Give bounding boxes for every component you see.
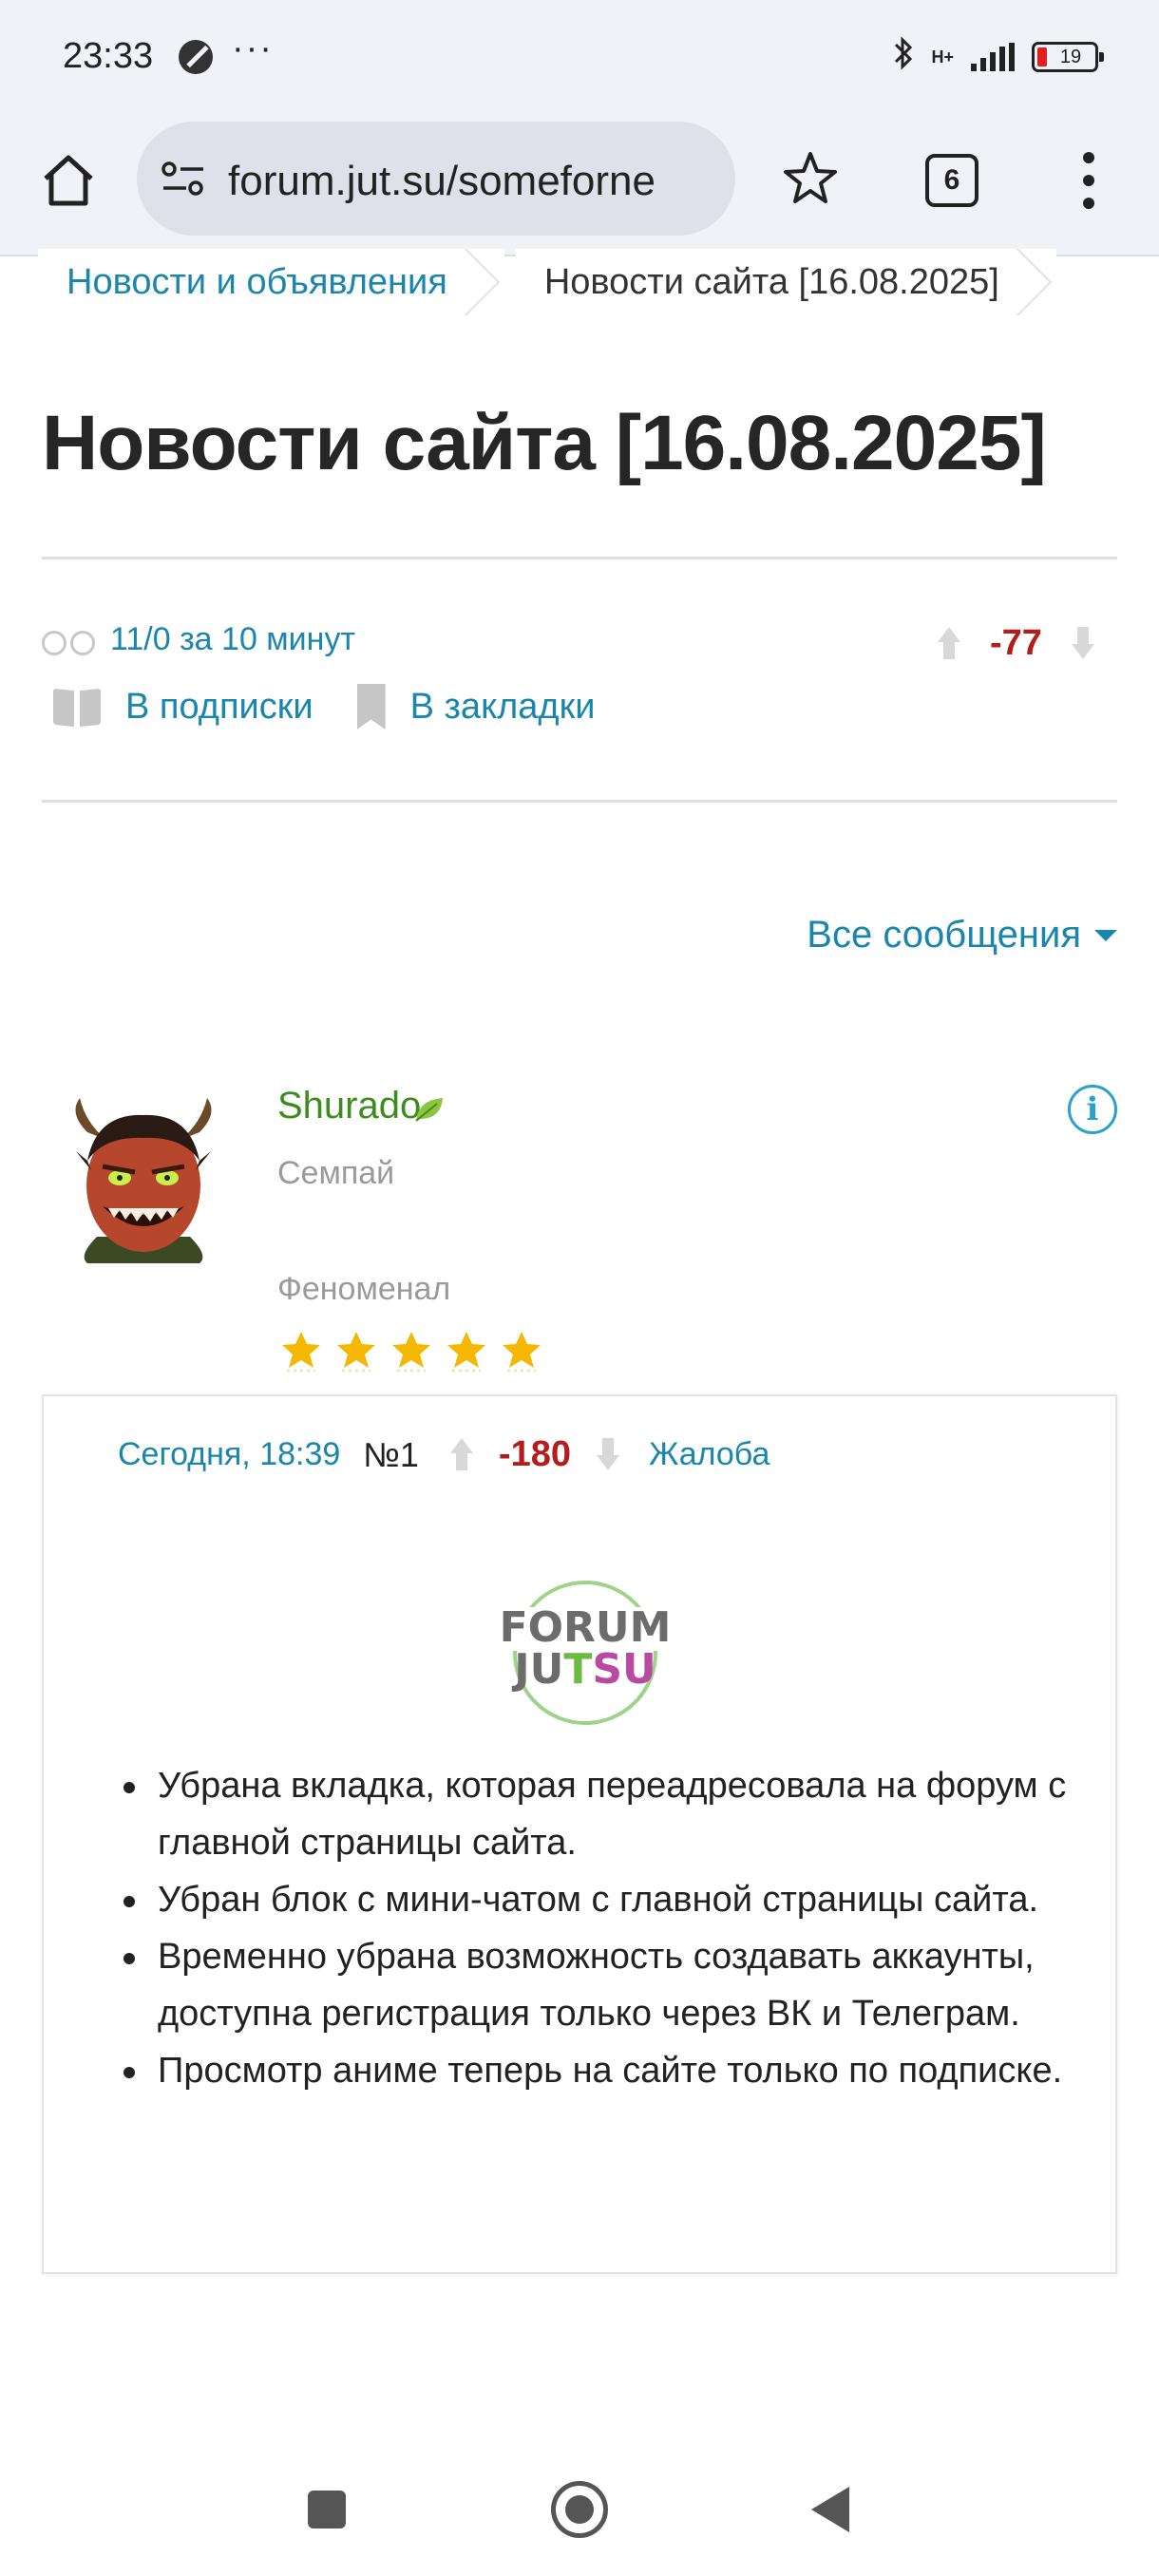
forum-jutsu-logo: FORUM JUTSU (490, 1581, 680, 1725)
tab-count: 6 (943, 164, 960, 196)
thread-rating: -77 (935, 623, 1097, 664)
thread-score: -77 (990, 623, 1042, 663)
list-item: Убрана вкладка, которая переадресовала н… (118, 1757, 1068, 1871)
divider (42, 800, 1117, 803)
book-icon (53, 686, 101, 728)
bookmark-icon (356, 684, 386, 729)
status-bar: 23:33 ··· H+ 19 (0, 0, 1159, 114)
all-messages-label: Все сообщения (807, 914, 1081, 956)
views-text: 11/0 за 10 минут (110, 621, 356, 657)
divider (42, 557, 1117, 559)
author-rating-stars (277, 1326, 545, 1373)
logo-text-jutsu: JUTSU (511, 1645, 656, 1694)
views-counter: 11/0 за 10 минут (42, 621, 355, 658)
network-type: H+ (931, 47, 954, 66)
post-number: №1 (363, 1434, 419, 1474)
address-bar[interactable]: forum.jut.su/someforne (137, 122, 735, 236)
downvote-icon[interactable] (594, 1437, 622, 1472)
leaf-icon (415, 1098, 443, 1122)
author-name[interactable]: Shurado (277, 1085, 421, 1127)
back-button[interactable] (811, 2487, 849, 2532)
bluetooth-icon (893, 35, 914, 79)
star-icon (282, 1332, 320, 1373)
breadcrumb-item-news[interactable]: Новости и объявления (38, 249, 504, 315)
star-icon (337, 1332, 375, 1373)
list-item: Временно убрана возможность создавать ак… (118, 1928, 1068, 2042)
upvote-icon[interactable] (447, 1437, 476, 1472)
info-icon[interactable]: i (1068, 1085, 1117, 1134)
caret-down-icon (1094, 929, 1117, 941)
signal-icon (971, 43, 1015, 71)
battery-icon: 19 (1032, 42, 1104, 72)
breadcrumb-item-current[interactable]: Новости сайта [16.08.2025] (515, 249, 1056, 315)
logo-text-ju: JU (511, 1645, 563, 1694)
post-rating: -180 (447, 1434, 622, 1475)
dnd-icon (179, 40, 213, 74)
home-icon[interactable] (38, 150, 99, 211)
logo-text-t: T (563, 1645, 592, 1694)
breadcrumb: Новости и объявления Новости сайта [16.0… (38, 249, 1068, 315)
status-right: H+ 19 (893, 34, 1104, 80)
author-status: Феноменал (277, 1271, 451, 1307)
subscribe-button[interactable]: В подписки (53, 686, 314, 728)
page-title: Новости сайта [16.08.2025] (42, 400, 1047, 486)
post-meta: Сегодня, 18:39 №1 -180 Жалоба (118, 1434, 770, 1475)
post-card: Сегодня, 18:39 №1 -180 Жалоба FORUM JUTS… (42, 1394, 1117, 2274)
browser-toolbar: forum.jut.su/someforne 6 (0, 114, 1159, 256)
post-body-list: Убрана вкладка, которая переадресовала н… (118, 1757, 1068, 2099)
bookmark-label: В закладки (409, 686, 596, 727)
breadcrumb-label: Новости сайта [16.08.2025] (543, 261, 999, 302)
thread-actions: В подписки В закладки (53, 684, 638, 729)
logo-text-su: SU (592, 1645, 656, 1694)
url-text: forum.jut.su/someforne (228, 158, 656, 204)
subscribe-label: В подписки (125, 686, 314, 727)
more-notifications-icon: ··· (232, 28, 274, 68)
avatar[interactable] (59, 1094, 228, 1263)
browser-menu-icon[interactable] (1079, 152, 1098, 209)
breadcrumb-separator (465, 249, 512, 315)
post-score: -180 (498, 1434, 571, 1474)
battery-level: 19 (1059, 46, 1082, 67)
recents-button[interactable] (308, 2491, 346, 2529)
home-button[interactable] (551, 2481, 608, 2538)
list-item: Просмотр аниме теперь на сайте только по… (118, 2042, 1068, 2099)
star-icon (447, 1332, 485, 1373)
system-navigation-bar (0, 2432, 1159, 2576)
star-icon (503, 1332, 541, 1373)
upvote-icon[interactable] (935, 626, 963, 661)
all-messages-dropdown[interactable]: Все сообщения (807, 914, 1117, 957)
bookmark-star-icon[interactable] (779, 146, 842, 209)
list-item: Убран блок с мини-чатом с главной страни… (118, 1871, 1068, 1928)
downvote-icon[interactable] (1069, 626, 1097, 661)
bookmark-button[interactable]: В закладки (356, 684, 596, 729)
tab-switcher-button[interactable]: 6 (925, 154, 978, 207)
star-icon (392, 1332, 430, 1373)
author-rank: Семпай (277, 1155, 395, 1191)
report-link[interactable]: Жалоба (649, 1436, 770, 1473)
breadcrumb-label: Новости и объявления (66, 261, 447, 302)
site-settings-icon[interactable] (160, 160, 207, 198)
status-time: 23:33 (63, 36, 154, 76)
glasses-icon (42, 629, 95, 655)
post-date[interactable]: Сегодня, 18:39 (118, 1436, 340, 1473)
breadcrumb-separator (1016, 249, 1064, 315)
